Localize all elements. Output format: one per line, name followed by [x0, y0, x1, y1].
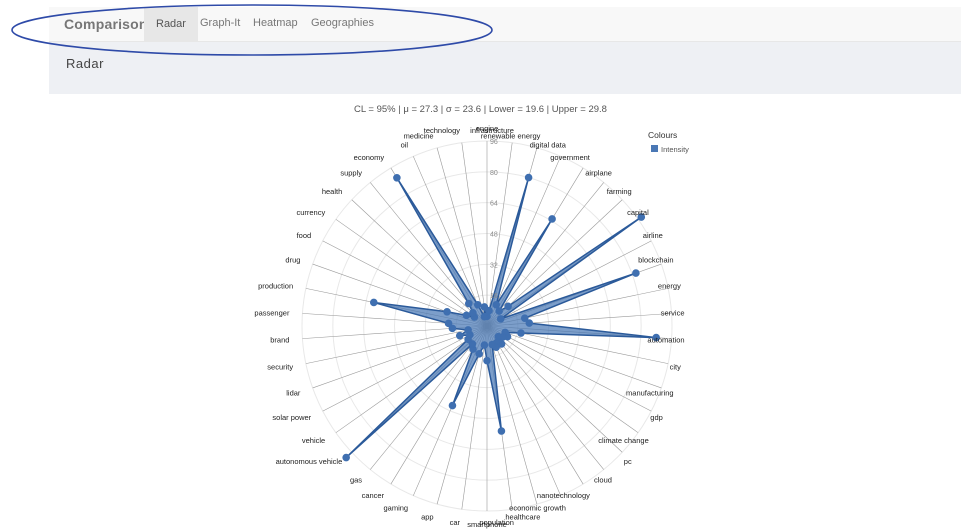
category-label: government [550, 153, 591, 162]
legend-swatch [651, 145, 658, 152]
category-label: gdp [650, 413, 663, 422]
category-label: passenger [254, 308, 290, 317]
data-point [632, 269, 640, 277]
data-point [448, 401, 457, 410]
category-label: automation [647, 336, 684, 345]
data-point [495, 307, 503, 315]
radar-chart: 163248648096engineinfrastructurerenewabl… [254, 124, 689, 529]
category-label: gaming [384, 504, 409, 513]
spoke [486, 325, 538, 505]
category-label: food [297, 231, 312, 240]
radial-tick-label: 64 [490, 201, 498, 208]
data-point [443, 308, 451, 316]
category-label: manufacturing [626, 388, 674, 397]
category-label: climate change [598, 436, 648, 445]
category-label: app [421, 513, 434, 522]
category-label: airplane [585, 168, 612, 177]
spoke [486, 325, 652, 412]
data-point [473, 300, 482, 309]
category-label: farming [607, 187, 632, 196]
data-point [483, 356, 491, 365]
category-label: economic growth [509, 504, 566, 513]
data-point [464, 326, 472, 334]
data-point [393, 174, 401, 182]
category-label: smartphone [467, 520, 507, 529]
category-label: service [661, 308, 685, 317]
category-label: blockchain [638, 256, 673, 265]
category-label: drug [285, 256, 300, 265]
category-label: renewable energy [481, 131, 541, 140]
category-label: security [267, 362, 293, 371]
category-label: city [670, 362, 682, 371]
data-point [480, 303, 489, 311]
data-point [492, 300, 501, 309]
data-point [496, 315, 505, 323]
legend-entry: Intensity [661, 145, 689, 154]
category-label: autonomous vehicle [276, 457, 343, 466]
legend-title: Colours [648, 130, 677, 140]
spoke [322, 325, 488, 412]
data-point [464, 299, 473, 308]
category-label: supply [340, 168, 362, 177]
data-point [462, 311, 471, 320]
radial-tick-label: 16 [490, 293, 498, 300]
spoke [436, 147, 488, 327]
radial-tick-label: 80 [490, 170, 498, 177]
data-point [488, 340, 496, 349]
category-label: nanotechnology [537, 491, 590, 500]
category-label: cloud [594, 476, 612, 485]
category-label: lidar [286, 388, 301, 397]
category-label: pc [624, 457, 632, 466]
category-label: airline [643, 231, 663, 240]
category-label: brand [270, 336, 289, 345]
spoke [486, 325, 623, 453]
category-label: health [322, 187, 342, 196]
data-point [548, 215, 556, 223]
category-label: digital data [530, 140, 567, 149]
category-label: oil [401, 140, 409, 149]
data-point [504, 302, 512, 311]
data-point [524, 173, 533, 182]
data-point [469, 309, 477, 317]
category-label: solar power [272, 413, 311, 422]
spoke [486, 325, 584, 485]
data-point [480, 312, 489, 321]
category-label: currency [296, 208, 325, 217]
data-point [525, 319, 534, 327]
data-point [475, 350, 484, 358]
category-label: cancer [362, 491, 385, 500]
category-label: production [258, 282, 293, 291]
category-label: car [450, 518, 461, 527]
category-label: vehicle [302, 436, 325, 445]
category-label: capital [627, 208, 649, 217]
data-point [342, 453, 350, 462]
data-point [480, 341, 489, 349]
category-label: energy [658, 282, 681, 291]
category-label: economy [354, 153, 385, 162]
data-point [517, 329, 525, 337]
data-point [497, 427, 506, 435]
data-point [369, 298, 378, 307]
data-point [455, 331, 464, 340]
radial-tick-label: 48 [490, 232, 498, 239]
category-label: technology [424, 126, 461, 135]
data-point [444, 319, 453, 328]
category-label: gas [350, 476, 362, 485]
radial-tick-label: 32 [490, 262, 498, 269]
